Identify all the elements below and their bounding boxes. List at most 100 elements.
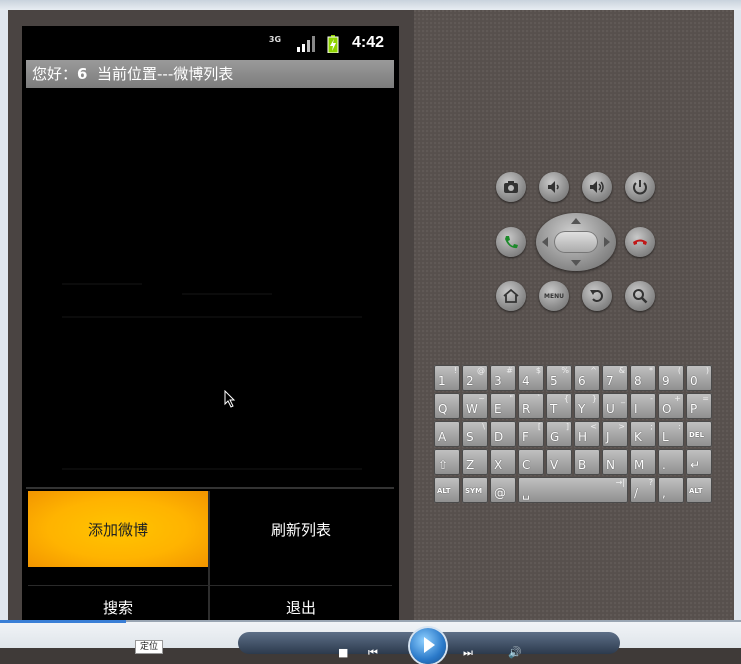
key-a[interactable]: A: [434, 421, 460, 447]
key-alt-label: ~: [478, 394, 485, 403]
media-label[interactable]: 定位: [135, 640, 164, 654]
key-v[interactable]: V: [546, 449, 572, 475]
key-e[interactable]: E ": [490, 393, 516, 419]
key-label: W: [466, 402, 478, 416]
volume-up-button[interactable]: [582, 172, 612, 202]
key-o[interactable]: O +: [658, 393, 684, 419]
dpad-right-icon[interactable]: [604, 237, 610, 247]
key-alt-label: ^: [590, 366, 597, 375]
key-j[interactable]: J >: [602, 421, 628, 447]
key-r[interactable]: R `: [518, 393, 544, 419]
key-z[interactable]: Z: [462, 449, 488, 475]
key-del[interactable]: DEL: [686, 421, 712, 447]
home-button[interactable]: [496, 281, 526, 311]
key-s[interactable]: S \: [462, 421, 488, 447]
key-f[interactable]: F[: [518, 421, 544, 447]
key-0[interactable]: 0): [686, 365, 712, 391]
search-menu-item[interactable]: 搜索: [28, 569, 208, 626]
key-alt-label: :: [678, 422, 681, 431]
call-icon: [505, 236, 518, 249]
key-label: X: [494, 458, 503, 472]
key-/[interactable]: /?: [630, 477, 656, 503]
key-y[interactable]: Y}: [574, 393, 600, 419]
refresh-list-menu-item[interactable]: 刷新列表: [210, 491, 392, 567]
key-w[interactable]: W ~: [462, 393, 488, 419]
add-weibo-menu-item[interactable]: 添加微博: [28, 491, 208, 567]
exit-menu-item[interactable]: 退出: [210, 569, 392, 626]
key-g[interactable]: G]: [546, 421, 572, 447]
key-label: S: [466, 430, 474, 444]
key-label: Z: [466, 458, 475, 472]
key-alt[interactable]: ALT: [434, 477, 460, 503]
key-⇧[interactable]: ⇧: [434, 449, 460, 475]
dpad-left-icon[interactable]: [542, 237, 548, 247]
title-location: 当前位置---微博列表: [97, 65, 234, 83]
title-user-id: 6: [77, 65, 88, 83]
key-label: V: [550, 458, 559, 472]
key-alt-label: %: [561, 366, 569, 375]
key-alt-label: (: [677, 366, 681, 375]
volume-down-button[interactable]: [539, 172, 569, 202]
key-label: ALT: [689, 487, 703, 495]
key-label: 9: [662, 374, 670, 388]
key-u[interactable]: U _: [602, 393, 628, 419]
key-alt[interactable]: ALT: [686, 477, 712, 503]
key-label: L: [662, 430, 669, 444]
key-alt-label: ]: [565, 422, 569, 431]
key-t[interactable]: T{: [546, 393, 572, 419]
key-alt-label: `: [537, 394, 541, 403]
next-icon[interactable]: ⏭: [463, 646, 473, 660]
search-button[interactable]: [625, 281, 655, 311]
key-alt-label: &: [618, 366, 625, 375]
key-alt-label: #: [506, 366, 513, 375]
key-i[interactable]: I-: [630, 393, 656, 419]
key-2[interactable]: 2 @: [462, 365, 488, 391]
key-8[interactable]: 8 *: [630, 365, 656, 391]
call-button[interactable]: [496, 227, 526, 257]
key-label: ↵: [690, 458, 701, 472]
dpad-up-icon[interactable]: [571, 218, 581, 224]
key-.[interactable]: .: [658, 449, 684, 475]
key-sym[interactable]: SYM: [462, 477, 488, 503]
key-k[interactable]: K;: [630, 421, 656, 447]
signal-strength-icon: [297, 36, 315, 52]
key-p[interactable]: P =: [686, 393, 712, 419]
key-,[interactable]: ,: [658, 477, 684, 503]
key-↵[interactable]: ↵: [686, 449, 712, 475]
key-d[interactable]: D: [490, 421, 516, 447]
key-4[interactable]: 4 $: [518, 365, 544, 391]
key-3[interactable]: 3 #: [490, 365, 516, 391]
dpad-center-button[interactable]: [554, 231, 598, 253]
menu-button[interactable]: MENU: [539, 281, 569, 311]
weibo-list-area[interactable]: [22, 88, 399, 488]
key-1[interactable]: 1!: [434, 365, 460, 391]
key-label: @: [494, 486, 506, 500]
network-type-indicator: 3G: [268, 35, 282, 44]
key-m[interactable]: M: [630, 449, 656, 475]
back-button[interactable]: [582, 281, 612, 311]
key-h[interactable]: H <: [574, 421, 600, 447]
key-l[interactable]: L:: [658, 421, 684, 447]
key-7[interactable]: 7 &: [602, 365, 628, 391]
key-␣[interactable]: ␣ →|: [518, 477, 628, 503]
key-label: Q: [438, 402, 448, 416]
key-9[interactable]: 9(: [658, 365, 684, 391]
directional-pad[interactable]: [536, 213, 616, 271]
key-label: O: [662, 402, 672, 416]
previous-icon[interactable]: ⏮: [368, 646, 378, 660]
key-b[interactable]: B: [574, 449, 600, 475]
play-button[interactable]: [410, 628, 446, 664]
key-6[interactable]: 6 ^: [574, 365, 600, 391]
key-5[interactable]: 5%: [546, 365, 572, 391]
key-x[interactable]: X: [490, 449, 516, 475]
key-n[interactable]: N: [602, 449, 628, 475]
key-label: ALT: [437, 487, 451, 495]
power-button[interactable]: [625, 172, 655, 202]
key-@[interactable]: @: [490, 477, 516, 503]
end-call-button[interactable]: [625, 227, 655, 257]
key-c[interactable]: C: [518, 449, 544, 475]
camera-button[interactable]: [496, 172, 526, 202]
mouse-cursor-icon: [224, 390, 236, 408]
dpad-down-icon[interactable]: [571, 260, 581, 266]
key-q[interactable]: Q: [434, 393, 460, 419]
